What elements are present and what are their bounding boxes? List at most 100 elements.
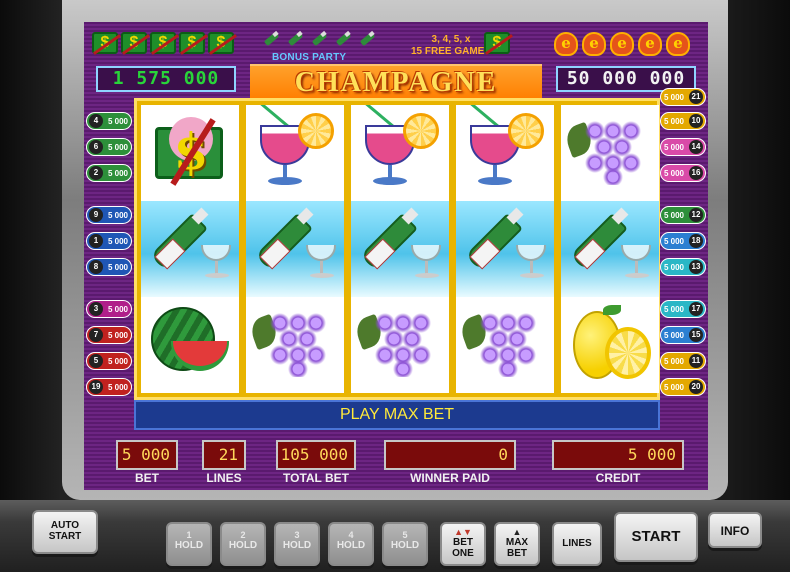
start-button[interactable]: START [614, 512, 698, 562]
e-bonus-icon: e [554, 32, 578, 56]
max-bet-button[interactable]: ▲ MAX BET [494, 522, 540, 566]
cocktail-base [373, 177, 407, 185]
champagne-glass-icon [306, 245, 336, 261]
line-indicator[interactable]: 20 5 000 [660, 378, 706, 396]
orange-slice-icon [298, 113, 334, 149]
line-indicator[interactable]: 14 5 000 [660, 138, 706, 156]
line-indicator[interactable]: 6 5 000 [86, 138, 132, 156]
e-bonus-icon: e [610, 32, 634, 56]
start-label: START [631, 528, 681, 545]
line-amount: 5 000 [107, 356, 129, 366]
hold-2-button[interactable]: 2 HOLD [220, 522, 266, 566]
hold-number: 1 [186, 530, 192, 540]
arrow-up-icon: ▲ [512, 527, 522, 537]
bet-one-button[interactable]: ▲▼ BET ONE [440, 522, 486, 566]
line-indicator[interactable]: 21 5 000 [660, 88, 706, 106]
reel-4 [456, 105, 554, 393]
glass-base [415, 273, 439, 278]
bet-label: BET [135, 471, 159, 485]
lines-meter: 21 [202, 440, 246, 470]
line-indicator[interactable]: 10 5 000 [660, 112, 706, 130]
auto-start-label: AUTO START [48, 520, 82, 542]
bet-meter: 5 000 [116, 440, 178, 470]
hold-label: HOLD [174, 540, 204, 551]
dollar-scatter-icon: $ [484, 32, 510, 54]
reel-cell [561, 297, 659, 393]
reels-frame: $ [134, 98, 660, 400]
line-indicator[interactable]: 18 5 000 [660, 232, 706, 250]
line-amount: 5 000 [663, 168, 685, 178]
line-indicator[interactable]: 12 5 000 [660, 206, 706, 224]
line-indicator[interactable]: 2 5 000 [86, 164, 132, 182]
line-number: 4 [89, 114, 103, 128]
champagne-glass-icon [516, 245, 546, 261]
dollar-scatter-icon: $ [92, 32, 118, 54]
line-number: 11 [689, 354, 703, 368]
line-amount: 5 000 [107, 382, 129, 392]
total-bet-label: TOTAL BET [283, 471, 349, 485]
line-indicator[interactable]: 13 5 000 [660, 258, 706, 276]
reel-cell [141, 201, 239, 297]
line-amount: 5 000 [663, 236, 685, 246]
reel-cell [561, 201, 659, 297]
glass-base [310, 273, 334, 278]
hold-label: HOLD [228, 540, 258, 551]
glass-base [625, 273, 649, 278]
e-bonus-icon: e [582, 32, 606, 56]
grapes-symbol [375, 313, 431, 377]
button-panel: AUTO START 1 HOLD 2 HOLD 3 HOLD 4 HOLD 5… [0, 500, 790, 572]
glass-base [205, 273, 229, 278]
hold-3-button[interactable]: 3 HOLD [274, 522, 320, 566]
cocktail-base [268, 177, 302, 185]
straw [469, 105, 499, 128]
line-amount: 5 000 [663, 382, 685, 392]
line-indicator[interactable]: 17 5 000 [660, 300, 706, 318]
line-number: 20 [689, 380, 703, 394]
winner-paid-label: WINNER PAID [410, 471, 490, 485]
hold-1-button[interactable]: 1 HOLD [166, 522, 212, 566]
free-games-info: 3, 4, 5, x 15 FREE GAMES [406, 34, 496, 58]
line-indicator[interactable]: 5 5 000 [86, 352, 132, 370]
line-indicator[interactable]: 9 5 000 [86, 206, 132, 224]
lines-button-label: LINES [562, 538, 592, 549]
line-indicator[interactable]: 19 5 000 [86, 378, 132, 396]
hold-4-button[interactable]: 4 HOLD [328, 522, 374, 566]
line-amount: 5 000 [107, 116, 129, 126]
hold-label: HOLD [336, 540, 366, 551]
champagne-bottle-icon [332, 30, 352, 50]
hold-5-button[interactable]: 5 HOLD [382, 522, 428, 566]
reel-cell [351, 105, 449, 201]
line-amount: 5 000 [663, 330, 685, 340]
line-number: 8 [89, 260, 103, 274]
orange-slice-icon [508, 113, 544, 149]
line-indicator[interactable]: 11 5 000 [660, 352, 706, 370]
line-amount: 5 000 [107, 142, 129, 152]
line-indicator[interactable]: 15 5 000 [660, 326, 706, 344]
line-indicator[interactable]: 1 5 000 [86, 232, 132, 250]
scatter-icons: $ $ $ $ $ [92, 32, 234, 54]
reel-cell [246, 105, 344, 201]
line-number: 12 [689, 208, 703, 222]
status-message: PLAY MAX BET [134, 400, 660, 430]
line-number: 18 [689, 234, 703, 248]
line-indicator[interactable]: 4 5 000 [86, 112, 132, 130]
auto-start-button[interactable]: AUTO START [32, 510, 98, 554]
e-bonus-icons: e e e e e [554, 32, 690, 56]
reel-cell [351, 297, 449, 393]
line-indicator[interactable]: 3 5 000 [86, 300, 132, 318]
lines-button[interactable]: LINES [552, 522, 602, 566]
line-number: 14 [689, 140, 703, 154]
e-bonus-icon: e [666, 32, 690, 56]
line-indicator[interactable]: 16 5 000 [660, 164, 706, 182]
line-indicator[interactable]: 7 5 000 [86, 326, 132, 344]
line-indicator[interactable]: 8 5 000 [86, 258, 132, 276]
line-number: 3 [89, 302, 103, 316]
orange-slice-icon [403, 113, 439, 149]
line-amount: 5 000 [663, 116, 685, 126]
info-button[interactable]: INFO [708, 512, 762, 548]
dollar-scatter-icon: $ [121, 32, 147, 54]
reel-2 [246, 105, 344, 393]
slot-cabinet: $ $ $ $ $ BONUS PARTY 3, 4, 5, x 15 FREE… [0, 0, 790, 572]
line-number: 1 [89, 234, 103, 248]
game-title: CHAMPAGNE [250, 64, 542, 100]
